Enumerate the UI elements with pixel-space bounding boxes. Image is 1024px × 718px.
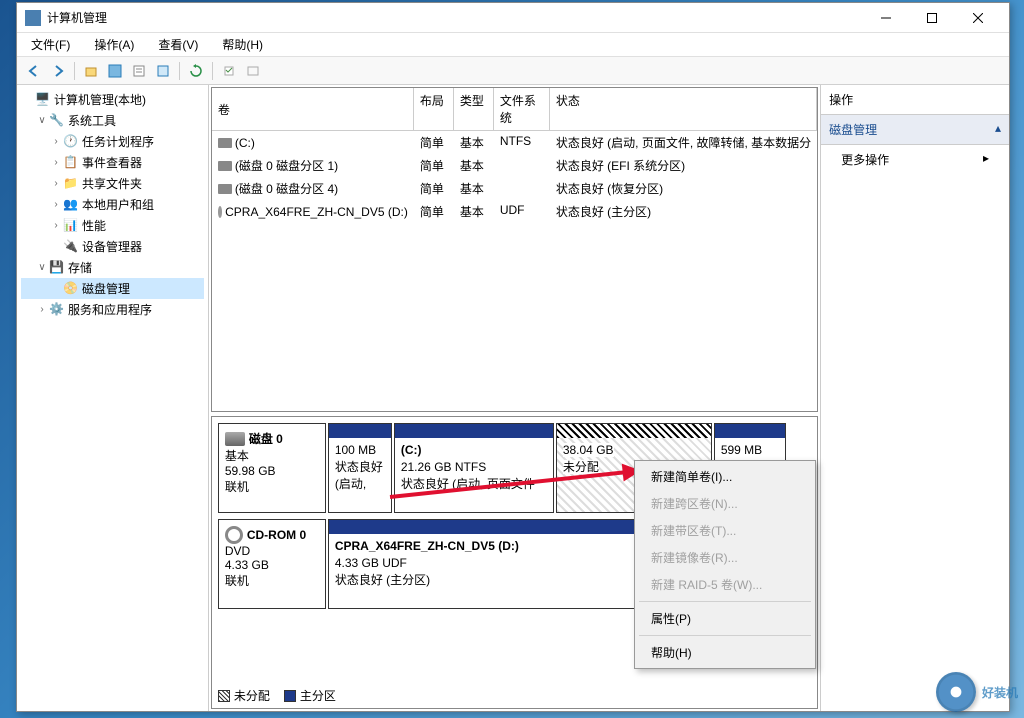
window-controls <box>863 4 1001 32</box>
clock-icon: 🕐 <box>63 134 79 150</box>
show-hide-tree-button[interactable] <box>104 60 126 82</box>
tree-storage[interactable]: ∨💾存储 <box>21 257 204 278</box>
context-menu: 新建简单卷(I)... 新建跨区卷(N)... 新建带区卷(T)... 新建镜像… <box>634 460 816 669</box>
app-icon <box>25 10 41 26</box>
cm-separator <box>639 635 811 636</box>
col-volume[interactable]: 卷 <box>212 88 414 130</box>
close-button[interactable] <box>955 4 1001 32</box>
settings-button[interactable] <box>218 60 240 82</box>
cm-properties[interactable]: 属性(P) <box>637 605 813 632</box>
partition-c[interactable]: (C:)21.26 GB NTFS状态良好 (启动, 页面文件 <box>394 423 554 513</box>
back-button[interactable] <box>23 60 45 82</box>
tree-performance[interactable]: ›📊性能 <box>21 215 204 236</box>
minimize-button[interactable] <box>863 4 909 32</box>
partition-header-unalloc <box>557 424 711 438</box>
table-header: 卷 布局 类型 文件系统 状态 <box>212 88 817 131</box>
tree-shared-folders[interactable]: ›📁共享文件夹 <box>21 173 204 194</box>
folder-icon: 📁 <box>63 176 79 192</box>
partition-header <box>329 424 391 438</box>
refresh-button[interactable] <box>185 60 207 82</box>
menu-view[interactable]: 查看(V) <box>152 34 204 55</box>
disk-hw-icon <box>225 432 245 446</box>
disk-0-info[interactable]: 磁盘 0 基本 59.98 GB 联机 <box>218 423 326 513</box>
partition-header <box>395 424 553 438</box>
disk-icon <box>218 184 232 194</box>
tree-root[interactable]: 🖥️计算机管理(本地) <box>21 89 204 110</box>
computer-management-window: 计算机管理 文件(F) 操作(A) 查看(V) 帮助(H) 🖥️计算机管理(本地… <box>16 2 1010 712</box>
list-button[interactable] <box>242 60 264 82</box>
legend-unallocated: 未分配 <box>218 687 270 704</box>
diskmgmt-icon: 📀 <box>63 281 79 297</box>
users-icon: 👥 <box>63 197 79 213</box>
col-type[interactable]: 类型 <box>454 88 494 130</box>
table-body: (C:) 简单 基本 NTFS 状态良好 (启动, 页面文件, 故障转储, 基本… <box>212 131 817 411</box>
menu-help[interactable]: 帮助(H) <box>216 34 269 55</box>
partition-header <box>715 424 785 438</box>
titlebar: 计算机管理 <box>17 3 1009 33</box>
event-icon: 📋 <box>63 155 79 171</box>
cm-separator <box>639 601 811 602</box>
properties-button[interactable] <box>128 60 150 82</box>
menubar: 文件(F) 操作(A) 查看(V) 帮助(H) <box>17 33 1009 57</box>
cm-new-simple-volume[interactable]: 新建简单卷(I)... <box>637 463 813 490</box>
actions-pane: 操作 磁盘管理▴ 更多操作▸ <box>821 85 1009 711</box>
chevron-right-icon: ▸ <box>983 151 989 168</box>
up-button[interactable] <box>80 60 102 82</box>
disk-icon <box>218 138 232 148</box>
cm-new-raid5-volume: 新建 RAID-5 卷(W)... <box>637 571 813 598</box>
legend: 未分配 主分区 <box>218 687 336 704</box>
col-status[interactable]: 状态 <box>550 88 817 130</box>
content-area: 🖥️计算机管理(本地) ∨🔧系统工具 ›🕐任务计划程序 ›📋事件查看器 ›📁共享… <box>17 85 1009 711</box>
perf-icon: 📊 <box>63 218 79 234</box>
table-row[interactable]: (磁盘 0 磁盘分区 4) 简单 基本 状态良好 (恢复分区) <box>212 177 817 200</box>
legend-primary: 主分区 <box>284 687 336 704</box>
cd-icon <box>218 206 222 218</box>
watermark-logo-icon <box>936 672 976 712</box>
services-icon: ⚙️ <box>49 302 65 318</box>
tools-icon: 🔧 <box>49 113 65 129</box>
table-row[interactable]: CPRA_X64FRE_ZH-CN_DV5 (D:) 简单 基本 UDF 状态良… <box>212 200 817 223</box>
cm-new-mirrored-volume: 新建镜像卷(R)... <box>637 544 813 571</box>
watermark: 好装机 <box>936 672 1018 712</box>
cdrom-0-info[interactable]: CD-ROM 0 DVD 4.33 GB 联机 <box>218 519 326 609</box>
cm-new-striped-volume: 新建带区卷(T)... <box>637 517 813 544</box>
forward-button[interactable] <box>47 60 69 82</box>
actions-section[interactable]: 磁盘管理▴ <box>821 115 1009 145</box>
cm-help[interactable]: 帮助(H) <box>637 639 813 666</box>
tree-event-viewer[interactable]: ›📋事件查看器 <box>21 152 204 173</box>
tree-local-users[interactable]: ›👥本地用户和组 <box>21 194 204 215</box>
table-row[interactable]: (C:) 简单 基本 NTFS 状态良好 (启动, 页面文件, 故障转储, 基本… <box>212 131 817 154</box>
tree-task-scheduler[interactable]: ›🕐任务计划程序 <box>21 131 204 152</box>
maximize-button[interactable] <box>909 4 955 32</box>
cd-hw-icon <box>225 526 243 544</box>
tree-services-apps[interactable]: ›⚙️服务和应用程序 <box>21 299 204 320</box>
tree-device-manager[interactable]: 🔌设备管理器 <box>21 236 204 257</box>
toolbar-separator <box>74 62 75 80</box>
partition-efi[interactable]: 100 MB状态良好 (启动, <box>328 423 392 513</box>
actions-more[interactable]: 更多操作▸ <box>821 145 1009 174</box>
menu-action[interactable]: 操作(A) <box>88 34 140 55</box>
col-filesystem[interactable]: 文件系统 <box>494 88 550 130</box>
toolbar-separator <box>212 62 213 80</box>
device-icon: 🔌 <box>63 239 79 255</box>
window-title: 计算机管理 <box>47 9 863 26</box>
cm-new-spanned-volume: 新建跨区卷(N)... <box>637 490 813 517</box>
storage-icon: 💾 <box>49 260 65 276</box>
tree-pane[interactable]: 🖥️计算机管理(本地) ∨🔧系统工具 ›🕐任务计划程序 ›📋事件查看器 ›📁共享… <box>17 85 209 711</box>
tree-system-tools[interactable]: ∨🔧系统工具 <box>21 110 204 131</box>
volume-table: 卷 布局 类型 文件系统 状态 (C:) 简单 基本 NTFS 状态良好 (启动… <box>211 87 818 412</box>
view-button[interactable] <box>152 60 174 82</box>
toolbar <box>17 57 1009 85</box>
col-layout[interactable]: 布局 <box>414 88 454 130</box>
tree-disk-management[interactable]: 📀磁盘管理 <box>21 278 204 299</box>
computer-icon: 🖥️ <box>35 92 51 108</box>
table-row[interactable]: (磁盘 0 磁盘分区 1) 简单 基本 状态良好 (EFI 系统分区) <box>212 154 817 177</box>
disk-icon <box>218 161 232 171</box>
collapse-icon: ▴ <box>995 121 1001 138</box>
menu-file[interactable]: 文件(F) <box>25 34 76 55</box>
toolbar-separator <box>179 62 180 80</box>
actions-title: 操作 <box>821 85 1009 115</box>
